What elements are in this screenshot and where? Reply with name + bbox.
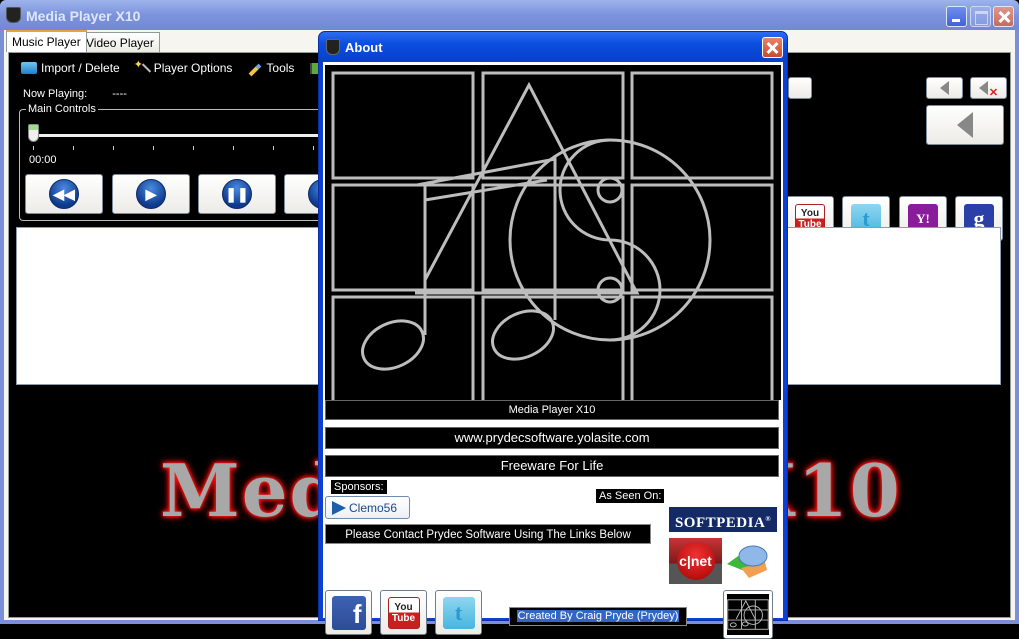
tab-video-player[interactable]: Video Player [80,32,160,52]
tab-music-player[interactable]: Music Player [6,30,87,52]
rewind-icon: ◀◀ [49,179,79,209]
close-button[interactable] [993,6,1014,27]
minimize-button[interactable] [946,6,967,27]
now-playing: Now Playing: ---- [23,88,127,100]
clemo56-sponsor-button[interactable]: Clemo56 [325,496,410,519]
seek-slider-track[interactable] [32,134,342,137]
softpedia-logo[interactable]: SOFTPEDIA® [669,507,777,532]
speaker-mute-icon [978,81,988,95]
window-title: Media Player X10 [26,8,141,24]
product-logo-art [325,65,781,404]
product-name: Media Player X10 [325,400,779,420]
twitter-button[interactable]: t [435,590,482,635]
speaker-icon [957,112,973,138]
about-title: About [345,40,383,55]
mini-logo-artwork [727,594,769,635]
about-title-bar[interactable]: About [319,32,787,62]
pause-button[interactable]: ❚❚ [198,174,276,214]
now-playing-label: Now Playing: [23,88,88,100]
tick [33,146,34,150]
youtube-button[interactable]: You Tube [380,590,427,635]
menu-tools[interactable]: Tools [248,61,295,77]
speaker-low-icon [940,81,949,95]
seek-slider-ticks [33,146,343,150]
menu-label: Tools [266,61,295,75]
menu-player-options[interactable]: Player Options [134,58,233,75]
now-playing-value: ---- [112,88,127,100]
folder-icon [21,62,37,74]
pencil-icon [249,63,262,77]
main-controls-group: Main Controls 00:00 ◀◀ ▶ ❚❚ [19,103,362,221]
menu-label: Import / Delete [41,61,120,75]
app-icon [326,39,340,55]
about-dialog: About Media Player X10 www.prydecsoftwar… [318,31,788,639]
clemo56-logo-icon [332,500,346,515]
about-close-button[interactable] [762,37,783,58]
menu-label: Player Options [153,61,233,75]
tick [73,146,74,150]
play-icon: ▶ [136,179,166,209]
elapsed-time: 00:00 [29,154,57,166]
pause-icon: ❚❚ [222,179,252,209]
tick [313,146,314,150]
tick [193,146,194,150]
maximize-button[interactable] [970,6,991,27]
as-seen-on-label: As Seen On: [596,489,665,503]
magic-wand-icon [134,58,150,75]
sponsor-name: Clemo56 [349,500,398,515]
tick [273,146,274,150]
cnet-logo[interactable]: c|net [669,538,722,584]
play-button[interactable]: ▶ [112,174,190,214]
main-controls-legend: Main Controls [26,103,98,115]
title-bar[interactable]: Media Player X10 [0,0,1019,30]
contact-message: Please Contact Prydec Software Using The… [325,524,651,544]
mute-button[interactable]: ✕ [970,77,1007,99]
seek-slider-thumb[interactable] [28,124,39,142]
volume-down-button[interactable] [926,77,963,99]
volume-button[interactable] [926,105,1004,145]
created-by: Created By Craig Pryde (Prydey) [509,607,687,626]
tick [113,146,114,150]
logo-artwork [331,71,774,404]
website-link[interactable]: www.prydecsoftware.yolasite.com [325,427,779,449]
tick [153,146,154,150]
app-icon [6,7,21,23]
facebook-icon: f [331,595,366,630]
about-body: Media Player X10 www.prydecsoftware.yola… [323,62,783,639]
menu-import-delete[interactable]: Import / Delete [21,61,120,75]
product-logo-thumbnail[interactable] [723,590,773,639]
toolbar-button[interactable] [788,77,812,99]
tagline: Freeware For Life [325,455,779,477]
menu-bar: Import / Delete Player Options Tools H [21,58,336,77]
download-site-logo[interactable] [725,542,769,580]
mute-x-icon: ✕ [988,86,999,99]
rewind-button[interactable]: ◀◀ [25,174,103,214]
cnet-text: c|net [676,542,715,580]
sponsors-label: Sponsors: [331,480,387,494]
tick [233,146,234,150]
facebook-button[interactable]: f [325,590,372,635]
